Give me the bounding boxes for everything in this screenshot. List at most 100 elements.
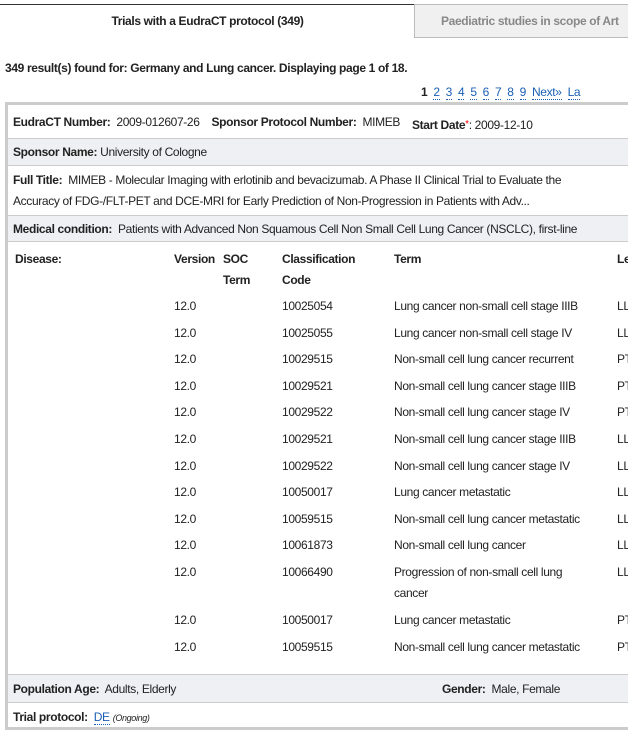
disease-version: 12.0 [174,299,196,313]
protocol-status: (Ongoing) [112,713,150,723]
population-row: Population Age: Adults, Elderly Gender: … [8,675,628,703]
page-link[interactable]: 7 [494,85,502,100]
disease-classification-code: 10059515 [282,639,333,654]
col-soc-2: Term [223,273,251,287]
page-current: 1 [421,85,428,99]
disease-version: 12.0 [174,432,196,446]
disease-classification-code: 10029515 [282,352,333,367]
pagination: 1 2 3 4 5 6 7 8 9 Next» La [421,85,586,100]
disease-version: 12.0 [174,511,196,526]
disease-classification-code: 10025055 [282,325,333,340]
sponsor-label: Sponsor Name: [13,145,98,159]
disease-level: LL [617,565,628,579]
disease-level: LL [617,458,628,473]
disease-version: 12.0 [174,538,196,553]
disease-term: Non-small cell lung cancer stage IV [394,458,570,473]
disease-classification-code: 10050017 [282,613,333,627]
population-age: Adults, Elderly [104,682,177,696]
disease-level: LL [617,432,628,446]
page-link[interactable]: 8 [507,85,514,100]
trial-protocol-label: Trial protocol: [13,710,88,724]
trial-protocol-row: Trial protocol: DE (Ongoing) [8,703,628,727]
disease-level: LL [617,325,628,340]
page-link[interactable]: 2 [433,85,440,100]
condition-label: Medical condition: [13,222,113,236]
disease-term-cont: cancer [394,586,428,600]
tab-eudract-protocol[interactable]: Trials with a EudraCT protocol (349) [0,4,415,38]
disease-level: LL [617,511,628,526]
disease-version: 12.0 [174,458,196,473]
medical-condition: Patients with Advanced Non Squamous Cell… [118,222,578,236]
page-link[interactable]: 5 [470,85,477,100]
disease-classification-code: 10029521 [282,432,333,446]
disease-classification-code: 10029522 [282,458,333,473]
disease-label: Disease: [15,252,62,266]
disease-level: LL [617,485,628,500]
tab-bar: Trials with a EudraCT protocol (349) Pae… [0,4,628,38]
disease-level: LL [617,538,628,553]
page-link[interactable]: 6 [482,85,489,100]
disease-term: Non-small cell lung cancer recurrent [394,352,574,367]
disease-classification-code: 10029521 [282,378,333,393]
disease-term: Non-small cell lung cancer [394,538,526,553]
disease-term: Non-small cell lung cancer metastatic [394,639,580,654]
disease-level: LL [617,299,628,313]
disease-section: Disease: Version SOC Term Classification… [8,242,628,675]
disease-term: Lung cancer metastatic [394,613,511,627]
protocol-number: MIMEB [362,115,401,129]
tab-paediatric-studies[interactable]: Paediatric studies in scope of Art [414,4,628,38]
next-page-link[interactable]: Next» [531,85,562,100]
disease-level: PT [617,613,628,627]
disease-version: 12.0 [174,613,196,627]
disease-classification-code: 10059515 [282,511,333,526]
page-link[interactable]: 9 [519,85,526,100]
disease-level: PT [617,352,628,367]
disease-classification-code: 10061873 [282,538,333,553]
col-classification-2: Code [282,273,311,287]
start-date-label: Start Date [411,118,466,132]
results-summary: 349 result(s) found for: Germany and Lun… [5,61,408,75]
disease-term: Non-small cell lung cancer metastatic [394,511,580,526]
disease-term: Lung cancer non-small cell stage IIIB [394,299,578,313]
eudract-label: EudraCT Number: [13,115,111,129]
disease-level: PT [617,378,628,393]
disease-term: Lung cancer metastatic [394,485,511,500]
title-label: Full Title: [13,173,63,187]
disease-classification-code: 10066490 [282,565,333,579]
full-title: MIMEB - Molecular Imaging with erlotinib… [68,173,562,187]
disease-term: Lung cancer non-small cell stage IV [394,325,572,340]
sponsor-row: Sponsor Name: University of Cologne [8,139,628,166]
disease-classification-code: 10050017 [282,485,333,500]
trial-result: EudraCT Number: 2009-012607-26 Sponsor P… [5,102,628,730]
disease-version: 12.0 [174,325,196,340]
gender-label: Gender: [442,682,486,696]
disease-classification-code: 10029522 [282,405,333,420]
page-link[interactable]: 4 [457,85,465,100]
eudract-number: 2009-012607-26 [116,115,200,129]
disease-version: 12.0 [174,378,196,393]
page-link[interactable]: 3 [445,85,452,100]
full-title-row: Full Title: MIMEB - Molecular Imaging wi… [8,166,628,216]
protocol-label: Sponsor Protocol Number: [211,115,357,129]
disease-term: Non-small cell lung cancer stage IV [394,405,570,420]
disease-level: PT [617,405,628,420]
col-classification: Classification [282,252,356,266]
disease-term: Non-small cell lung cancer stage IIIB [394,378,576,393]
col-term: Term [394,252,422,266]
disease-term: Progression of non-small cell lung [394,565,563,579]
col-version: Version [174,252,215,266]
disease-version: 12.0 [174,405,196,420]
protocol-country-link[interactable]: DE [93,710,110,725]
col-level: Le [617,252,628,266]
disease-version: 12.0 [174,485,196,500]
last-page-link[interactable]: La [567,85,581,100]
disease-level: PT [617,639,628,654]
gender: Male, Female [491,682,561,696]
condition-row: Medical condition: Patients with Advance… [8,216,628,242]
disease-version: 12.0 [174,352,196,367]
population-label: Population Age: [13,682,100,696]
start-date: : 2009-12-10 [468,118,533,132]
disease-term: Non-small cell lung cancer stage IIIB [394,432,576,446]
disease-version: 12.0 [174,639,196,654]
trial-id-row: EudraCT Number: 2009-012607-26 Sponsor P… [8,105,628,139]
